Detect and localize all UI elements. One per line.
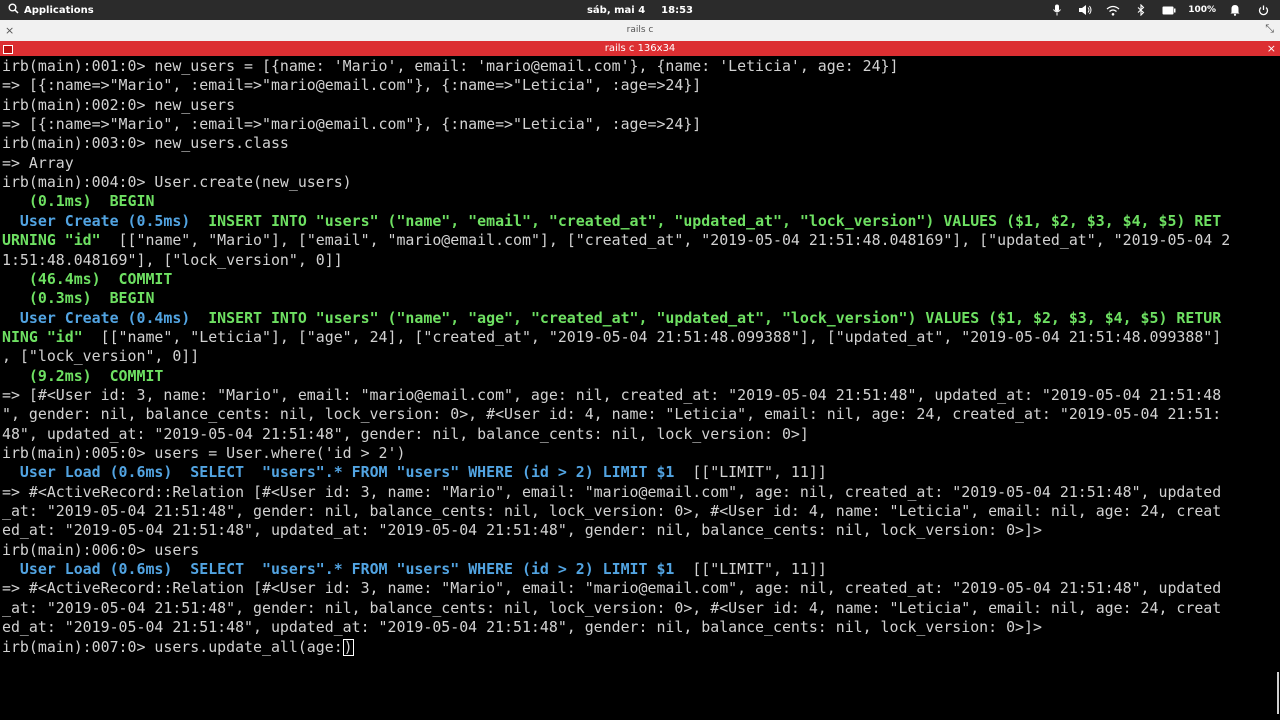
terminal-tab[interactable]: rails c 136x34 ×	[0, 41, 1280, 56]
terminal-line: => #<ActiveRecord::Relation [#<User id: …	[2, 579, 1221, 598]
volume-icon[interactable]	[1076, 0, 1094, 20]
window-title: rails c	[626, 25, 654, 35]
terminal-text: [["name", "Leticia"], ["age", 24], ["cre…	[82, 327, 1222, 346]
terminal-line: irb(main):006:0> users	[2, 541, 199, 560]
terminal-text: (0.3ms) BEGIN	[2, 289, 155, 308]
terminal-text: INSERT INTO "users" ("name", "email", "c…	[208, 211, 1222, 230]
terminal-text: [["LIMIT", 11]]	[674, 463, 827, 482]
terminal-line: => [{:name=>"Mario", :email=>"mario@emai…	[2, 115, 701, 134]
terminal-line: irb(main):002:0> new_users	[2, 96, 235, 115]
battery-percent: 100%	[1188, 5, 1216, 15]
terminal-tab-title: rails c 136x34	[604, 43, 676, 54]
terminal-line: ", gender: nil, balance_cents: nil, lock…	[2, 405, 1221, 424]
terminal-text: NING "id"	[2, 327, 83, 346]
terminal-text: 48", updated_at: "2019-05-04 21:51:48", …	[2, 424, 809, 443]
terminal-text: User Load (0.6ms)	[2, 560, 191, 579]
terminal-text: irb(main):001:0> new_users = [{name: 'Ma…	[2, 57, 899, 75]
terminal-text: => [{:name=>"Mario", :email=>"mario@emai…	[2, 76, 702, 95]
terminal-text: URNING "id"	[2, 231, 101, 250]
terminal-text: User Load (0.6ms)	[2, 463, 191, 482]
terminal-line: irb(main):001:0> new_users = [{name: 'Ma…	[2, 57, 899, 76]
terminal-text: => #<ActiveRecord::Relation [#<User id: …	[2, 579, 1222, 598]
window-expand-icon[interactable]: ⤡	[1265, 22, 1274, 36]
terminal-line: _at: "2019-05-04 21:51:48", gender: nil,…	[2, 502, 1221, 521]
clock-time: 18:53	[661, 4, 694, 16]
terminal-text: [["LIMIT", 11]]	[674, 560, 827, 579]
terminal-text: _at: "2019-05-04 21:51:48", gender: nil,…	[2, 502, 1222, 521]
terminal-line: NING "id" [["name", "Leticia"], ["age", …	[2, 328, 1221, 347]
terminal-text: _at: "2019-05-04 21:51:48", gender: nil,…	[2, 598, 1222, 617]
terminal-text: irb(main):005:0> users = User.where('id …	[2, 444, 406, 462]
terminal-line: (46.4ms) COMMIT	[2, 270, 172, 289]
terminal-text: ed_at: "2019-05-04 21:51:48", updated_at…	[2, 521, 1042, 540]
terminal-text: => Array	[2, 153, 74, 172]
terminal-text: "users".* FROM "users" WHERE (id > 2) LI…	[262, 463, 675, 482]
terminal-line: URNING "id" [["name", "Mario"], ["email"…	[2, 231, 1230, 250]
terminal-line: (9.2ms) COMMIT	[2, 367, 163, 386]
terminal-line: irb(main):005:0> users = User.where('id …	[2, 444, 405, 463]
terminal-tab-close-button[interactable]: ×	[1267, 41, 1276, 56]
terminal-text: User Create (0.5ms)	[2, 211, 209, 230]
terminal-line: 48", updated_at: "2019-05-04 21:51:48", …	[2, 425, 809, 444]
terminal-line: (0.3ms) BEGIN	[2, 289, 155, 308]
terminal-text: irb(main):003:0> new_users.class	[2, 134, 289, 153]
terminal-line: (0.1ms) BEGIN	[2, 192, 155, 211]
terminal-line: User Load (0.6ms) SELECT "users".* FROM …	[2, 463, 827, 482]
terminal-output[interactable]: irb(main):001:0> new_users = [{name: 'Ma…	[0, 56, 1276, 720]
terminal-text: => #<ActiveRecord::Relation [#<User id: …	[2, 482, 1222, 501]
terminal-text: irb(main):002:0> new_users	[2, 95, 236, 114]
notification-icon[interactable]	[1226, 0, 1244, 20]
terminal-line: 1:51:48.048169"], ["lock_version", 0]]	[2, 251, 343, 270]
applications-label: Applications	[24, 4, 94, 16]
terminal-line: User Create (0.4ms) INSERT INTO "users" …	[2, 309, 1221, 328]
wifi-icon[interactable]	[1104, 0, 1122, 20]
terminal-text: (0.1ms) BEGIN	[2, 192, 155, 211]
terminal-text: INSERT INTO "users" ("name", "age", "cre…	[208, 308, 1222, 327]
terminal-text: (46.4ms) COMMIT	[2, 269, 173, 288]
scrollbar-thumb[interactable]	[1277, 672, 1279, 714]
bluetooth-icon[interactable]	[1132, 0, 1150, 20]
terminal-text: SELECT	[190, 560, 262, 579]
terminal-line: User Create (0.5ms) INSERT INTO "users" …	[2, 212, 1221, 231]
terminal-line: => #<ActiveRecord::Relation [#<User id: …	[2, 483, 1221, 502]
power-icon[interactable]	[1254, 0, 1272, 20]
battery-icon[interactable]	[1160, 0, 1178, 20]
terminal-text: irb(main):004:0> User.create(new_users)	[2, 173, 352, 192]
terminal-text: ed_at: "2019-05-04 21:51:48", updated_at…	[2, 618, 1042, 637]
terminal-line: _at: "2019-05-04 21:51:48", gender: nil,…	[2, 599, 1221, 618]
microphone-icon[interactable]	[1048, 0, 1066, 20]
terminal-text: "users".* FROM "users" WHERE (id > 2) LI…	[262, 560, 675, 579]
terminal-line: irb(main):004:0> User.create(new_users)	[2, 173, 352, 192]
clock-date: sáb, mai 4	[586, 4, 646, 16]
applications-menu[interactable]: Applications	[8, 0, 94, 20]
window-titlebar[interactable]: × rails c ⤡	[0, 20, 1280, 41]
terminal-line: ed_at: "2019-05-04 21:51:48", updated_at…	[2, 521, 1042, 540]
search-icon	[8, 3, 19, 17]
terminal-line: => [#<User id: 3, name: "Mario", email: …	[2, 386, 1221, 405]
system-tray: 100%	[1048, 0, 1272, 20]
terminal-text: SELECT	[190, 463, 262, 482]
terminal-line: => Array	[2, 154, 74, 173]
terminal-line: => [{:name=>"Mario", :email=>"mario@emai…	[2, 76, 701, 95]
terminal-text: => [#<User id: 3, name: "Mario", email: …	[2, 385, 1222, 404]
terminal-text: => [{:name=>"Mario", :email=>"mario@emai…	[2, 115, 702, 134]
terminal-cursor: )	[342, 637, 354, 656]
terminal-text: [["name", "Mario"], ["email", "mario@ema…	[100, 231, 1231, 250]
terminal-text: (9.2ms) COMMIT	[2, 366, 164, 385]
terminal-text: ", gender: nil, balance_cents: nil, lock…	[2, 405, 1222, 424]
terminal-line: irb(main):003:0> new_users.class	[2, 134, 289, 153]
terminal-text: irb(main):007:0> users.update_all(age:	[2, 637, 343, 656]
terminal-text: , ["lock_version", 0]]	[2, 347, 200, 366]
terminal-line: ed_at: "2019-05-04 21:51:48", updated_at…	[2, 618, 1042, 637]
terminal-scrollbar[interactable]	[1276, 56, 1280, 720]
terminal-line: irb(main):007:0> users.update_all(age:)	[2, 638, 354, 657]
terminal-line: , ["lock_version", 0]]	[2, 347, 199, 366]
terminal-text: 1:51:48.048169"], ["lock_version", 0]]	[2, 250, 343, 269]
terminal-text: User Create (0.4ms)	[2, 308, 209, 327]
top-panel: Applications sáb, mai 4 18:53 100%	[0, 0, 1280, 20]
terminal-text: irb(main):006:0> users	[2, 540, 200, 559]
terminal-line: User Load (0.6ms) SELECT "users".* FROM …	[2, 560, 827, 579]
